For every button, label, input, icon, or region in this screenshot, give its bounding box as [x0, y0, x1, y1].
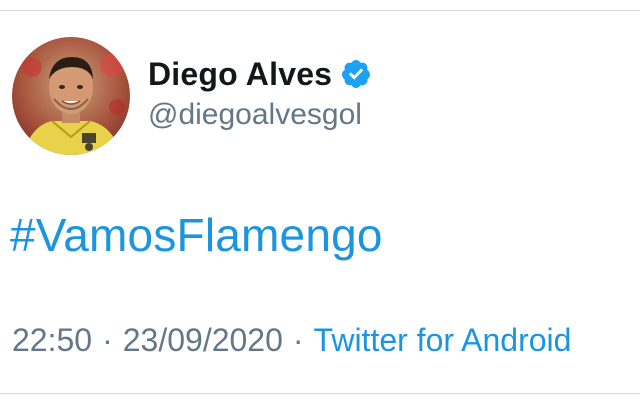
profile-photo-icon — [12, 37, 130, 155]
divider-bottom — [0, 393, 640, 394]
avatar[interactable] — [12, 37, 130, 155]
author-name-row[interactable]: Diego Alves — [148, 52, 372, 96]
tweet-date[interactable]: 23/09/2020 — [123, 322, 283, 359]
meta-separator: · — [292, 322, 304, 358]
verified-badge-icon — [342, 60, 371, 88]
meta-separator: · — [102, 322, 113, 358]
tweet-source-link[interactable]: Twitter for Android — [314, 322, 572, 359]
tweet-card: Diego Alves @diegoalvesgol #VamosFlameng… — [0, 0, 640, 400]
divider-top — [0, 10, 640, 11]
tweet-time[interactable]: 22:50 — [12, 322, 92, 359]
display-name[interactable]: Diego Alves — [148, 56, 332, 93]
tweet-metadata: 22:50 · 23/09/2020 · Twitter for Android — [12, 322, 571, 359]
tweet-hashtag-link[interactable]: #VamosFlamengo — [10, 208, 383, 262]
author-handle[interactable]: @diegoalvesgol — [148, 98, 362, 132]
